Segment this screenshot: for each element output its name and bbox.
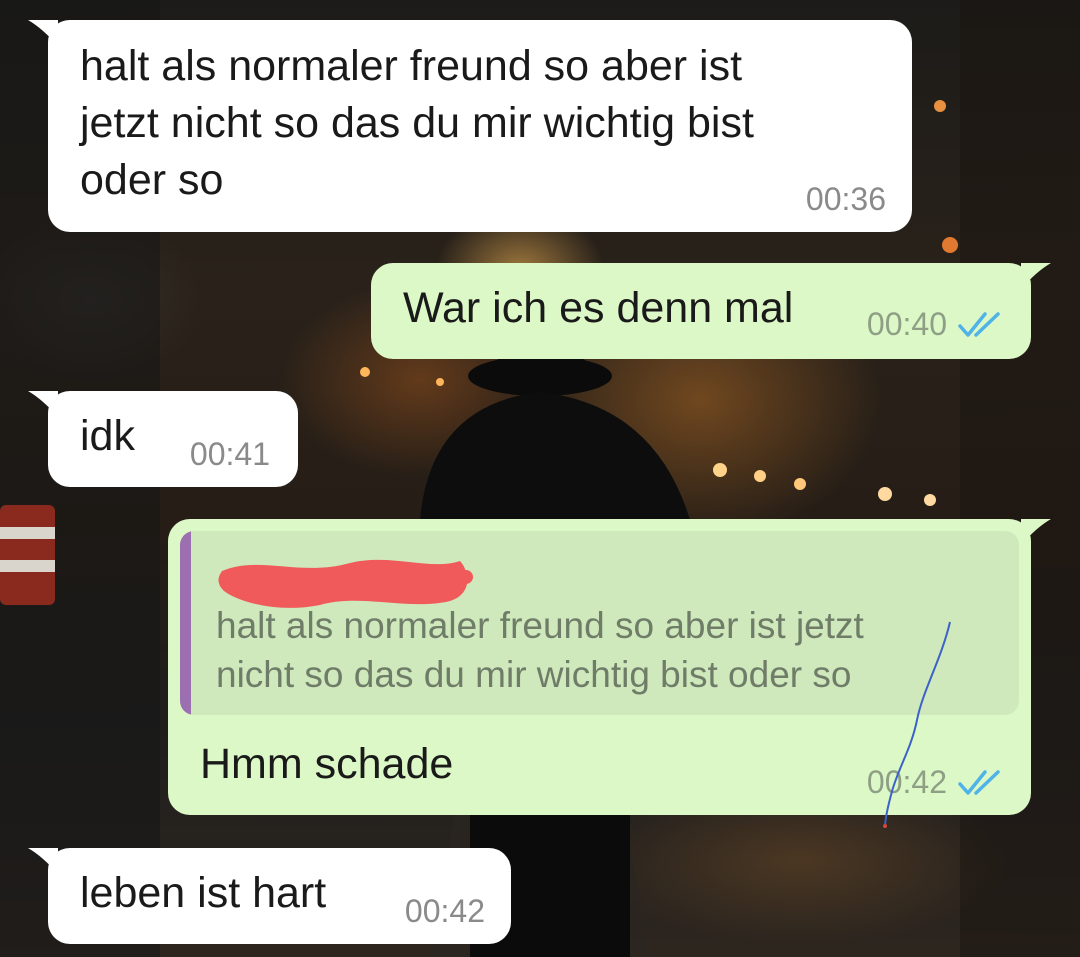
message-bubble-incoming[interactable]: idk 00:41 [28, 391, 298, 487]
message-meta: 00:40 [867, 306, 1005, 343]
message-text: War ich es denn mal [403, 284, 794, 332]
message-time: 00:36 [805, 181, 886, 217]
double-check-read-icon [958, 311, 1000, 337]
message-bubble-incoming[interactable]: leben ist hart 00:42 [28, 848, 511, 944]
bubble-tail [28, 848, 58, 874]
message-time: 00:41 [189, 436, 270, 472]
message-bubble-outgoing[interactable]: War ich es denn mal 00:40 [371, 263, 1051, 359]
message-time: 00:42 [404, 893, 485, 929]
bubble-tail [1021, 519, 1051, 545]
scribble-line [883, 621, 951, 829]
message-text: Hmm schade [200, 740, 454, 788]
message-bubble-incoming[interactable]: halt als normaler freund so aber ist jet… [28, 20, 912, 232]
bubble-tail [28, 20, 58, 46]
message-text: idk [80, 412, 135, 460]
message-text: leben ist hart [80, 869, 327, 917]
bubble-tail [28, 391, 58, 417]
message-text: halt als normaler freund so aber ist jet… [80, 42, 754, 204]
quote-bar [180, 531, 191, 715]
message-time: 00:40 [866, 306, 947, 342]
bubble-tail [1021, 263, 1051, 289]
